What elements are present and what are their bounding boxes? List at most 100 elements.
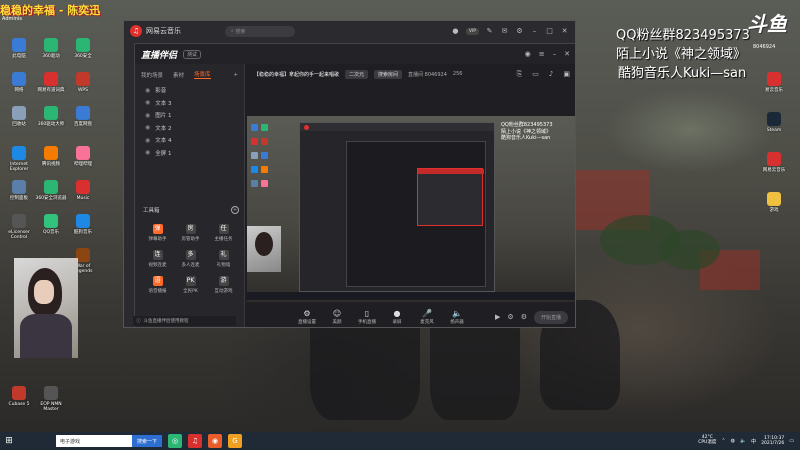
chevron-up-icon[interactable]: ⌃ xyxy=(721,438,725,444)
preview-nested-tool xyxy=(346,141,486,287)
scene-item[interactable]: ◉ 影音 xyxy=(145,84,244,97)
desktop-icon[interactable]: 360驱动大师 xyxy=(34,106,68,127)
close-icon[interactable]: ✕ xyxy=(564,50,570,58)
desktop-icon[interactable]: 腾讯视频 xyxy=(34,146,68,167)
desktop-icon[interactable]: 哔哩哔哩 xyxy=(66,146,100,167)
eye-icon[interactable]: ◉ xyxy=(145,137,150,144)
weather-widget[interactable]: 42°C CPU温度 xyxy=(698,435,716,446)
tool-button[interactable]: 弹弹幕助手 xyxy=(141,224,174,242)
taskbar-browser-icon[interactable]: G xyxy=(228,434,243,448)
desktop-icon[interactable]: 360安全 xyxy=(66,38,100,59)
desktop-icon[interactable]: 网易云音乐 xyxy=(757,152,791,173)
tool-button[interactable]: 礼礼物墙 xyxy=(207,250,240,268)
sidebar-tab[interactable]: 场景库 xyxy=(194,70,211,79)
start-stream-button[interactable]: 开始直播 xyxy=(533,310,568,324)
room-title[interactable]: 【稳稳的幸福】拿起你的手一起来唱歌 xyxy=(254,71,339,78)
control-button[interactable]: 🎤 麦克风 xyxy=(416,309,438,325)
desktop-icon[interactable]: 酷狗音乐 xyxy=(66,214,100,235)
desktop-icon[interactable]: 网络 xyxy=(2,72,36,93)
tutorial-bar[interactable]: ⓘ 斗鱼直播伴侣使用教程 xyxy=(133,316,236,326)
clock[interactable]: 17:10:37 2021/7/26 xyxy=(761,436,784,447)
volume-icon[interactable]: 🔈 xyxy=(740,438,746,444)
desktop-icon[interactable]: EOP NMN Master xyxy=(34,386,68,412)
menu-icon[interactable]: ≡ xyxy=(539,50,545,58)
scene-item[interactable]: ◉ 文本 2 xyxy=(145,122,244,135)
desktop-icon[interactable]: eLicenser Control xyxy=(2,214,36,240)
scene-item[interactable]: ◉ 文本 4 xyxy=(145,134,244,147)
settings-icon[interactable]: ⚙ xyxy=(521,313,527,321)
windows-start-icon[interactable]: ⊞ xyxy=(0,432,18,450)
eye-icon[interactable]: ◉ xyxy=(145,99,150,106)
share-icon[interactable]: ⎘ xyxy=(517,70,523,79)
search-input[interactable]: ⌕ 搜索 xyxy=(225,25,295,37)
chat-icon[interactable]: ▭ xyxy=(532,70,539,79)
avatar[interactable]: ● xyxy=(451,27,460,36)
taskbar-360-icon[interactable]: ◎ xyxy=(168,434,183,448)
desktop-icon[interactable]: QQ音乐 xyxy=(34,214,68,235)
control-button[interactable]: 🔈 扬声器 xyxy=(446,309,468,325)
minimize-icon[interactable]: – xyxy=(530,27,539,36)
skin-icon[interactable]: ✎ xyxy=(485,27,494,36)
tool-button[interactable]: 房房管助手 xyxy=(174,224,207,242)
ime-indicator[interactable]: 中 xyxy=(751,438,756,445)
eye-icon[interactable]: ◉ xyxy=(145,112,150,119)
bell-icon[interactable]: ♪ xyxy=(549,70,553,79)
control-button[interactable]: ● 录屏 xyxy=(386,309,408,325)
desktop-icon[interactable]: 360驱动 xyxy=(34,38,68,59)
close-icon[interactable]: ✕ xyxy=(560,27,569,36)
tool-button[interactable]: PK 全民PK xyxy=(174,276,207,294)
desktop-icon[interactable]: WPS xyxy=(66,72,100,93)
gear-icon[interactable]: ⚙ xyxy=(507,313,513,321)
desktop-icon[interactable]: 易云音乐 xyxy=(757,72,791,93)
sidebar-tab[interactable]: 我的场景 xyxy=(141,71,163,79)
tool-button[interactable]: 任主播任务 xyxy=(207,224,240,242)
room-category[interactable]: 二次元 xyxy=(345,69,369,79)
desktop-icon[interactable]: 360安全浏览器 xyxy=(34,180,68,201)
tool-button[interactable]: 多多人连麦 xyxy=(174,250,207,268)
desktop-icon[interactable]: 网易有道词典 xyxy=(34,72,68,93)
eye-icon[interactable]: ◉ xyxy=(145,87,150,94)
minimize-icon[interactable]: – xyxy=(553,50,557,58)
control-button[interactable]: ☺ 美颜 xyxy=(326,309,348,325)
eye-icon[interactable]: ◉ xyxy=(145,149,150,156)
control-button[interactable]: ⚙ 直播设置 xyxy=(296,309,318,325)
taskbar-netease-icon[interactable]: ♫ xyxy=(188,434,203,448)
desktop-icon[interactable]: 控制面板 xyxy=(2,180,36,201)
taskbar-douyu-icon[interactable]: ◉ xyxy=(208,434,223,448)
desktop-icon[interactable]: 游戏 xyxy=(757,192,791,213)
eye-icon[interactable]: ◉ xyxy=(145,124,150,131)
stream-preview[interactable]: QQ粉丝群823495373 陌上小说《神之领域》 酷狗音乐人Kuki—san xyxy=(247,116,575,302)
netease-music-window[interactable]: ♫ 网易云音乐 ⌕ 搜索 ● VIP ✎ ✉ ⚙ – □ ✕ 直播伴侣 测试 ◉… xyxy=(123,20,576,328)
desktop-icon[interactable]: 百度网盘 xyxy=(66,106,100,127)
gear-icon[interactable]: ⚙ xyxy=(515,27,524,36)
room-number: 8046924 xyxy=(753,44,776,50)
control-button[interactable]: ▯ 手机直播 xyxy=(356,309,378,325)
tool-button[interactable]: 游互动游戏 xyxy=(207,276,240,294)
notification-icon[interactable]: ▭ xyxy=(789,438,794,444)
tool-button[interactable]: 连视频连麦 xyxy=(141,250,174,268)
camera-icon[interactable]: ▶ xyxy=(495,313,500,321)
scene-item[interactable]: ◉ 全屏 1 xyxy=(145,147,244,160)
desktop-icon[interactable]: Music xyxy=(66,180,100,201)
tool-button[interactable]: 语语音播报 xyxy=(141,276,174,294)
desktop-icon[interactable]: 回收站 xyxy=(2,106,36,127)
app-titlebar[interactable]: ♫ 网易云音乐 ⌕ 搜索 ● VIP ✎ ✉ ⚙ – □ ✕ xyxy=(124,21,575,41)
desktop-icon[interactable]: Internet Explorer xyxy=(2,146,36,172)
avatar[interactable]: ◉ xyxy=(525,50,531,58)
sidebar-tab[interactable]: 素材 xyxy=(173,71,184,79)
scene-item[interactable]: ◉ 文本 3 xyxy=(145,97,244,110)
network-icon[interactable]: ◍ xyxy=(731,438,735,444)
maximize-icon[interactable]: □ xyxy=(545,27,554,36)
taskbar-search-input[interactable]: 电子游戏 xyxy=(56,435,132,447)
gift-icon[interactable]: ▣ xyxy=(563,70,570,79)
taskbar-search-button[interactable]: 搜索一下 xyxy=(132,435,163,447)
scene-item[interactable]: ◉ 图片 1 xyxy=(145,109,244,122)
desktop-icon[interactable]: Cubase 5 xyxy=(2,386,36,407)
desktop-icon[interactable]: 此电脑 xyxy=(2,38,36,59)
streaming-tool-window[interactable]: 直播伴侣 测试 ◉ ≡ – ✕ 我的场景 素材 场景库 + ◉ 影音 ◉ 文本 3 ◉ 图片 1… xyxy=(134,43,575,327)
toolbox-add-icon[interactable]: + xyxy=(231,206,239,214)
add-tab-icon[interactable]: + xyxy=(233,72,238,78)
room-search-chip[interactable]: 搜索房间 xyxy=(374,69,403,79)
desktop-icon[interactable]: Steam xyxy=(757,112,791,133)
mail-icon[interactable]: ✉ xyxy=(500,27,509,36)
